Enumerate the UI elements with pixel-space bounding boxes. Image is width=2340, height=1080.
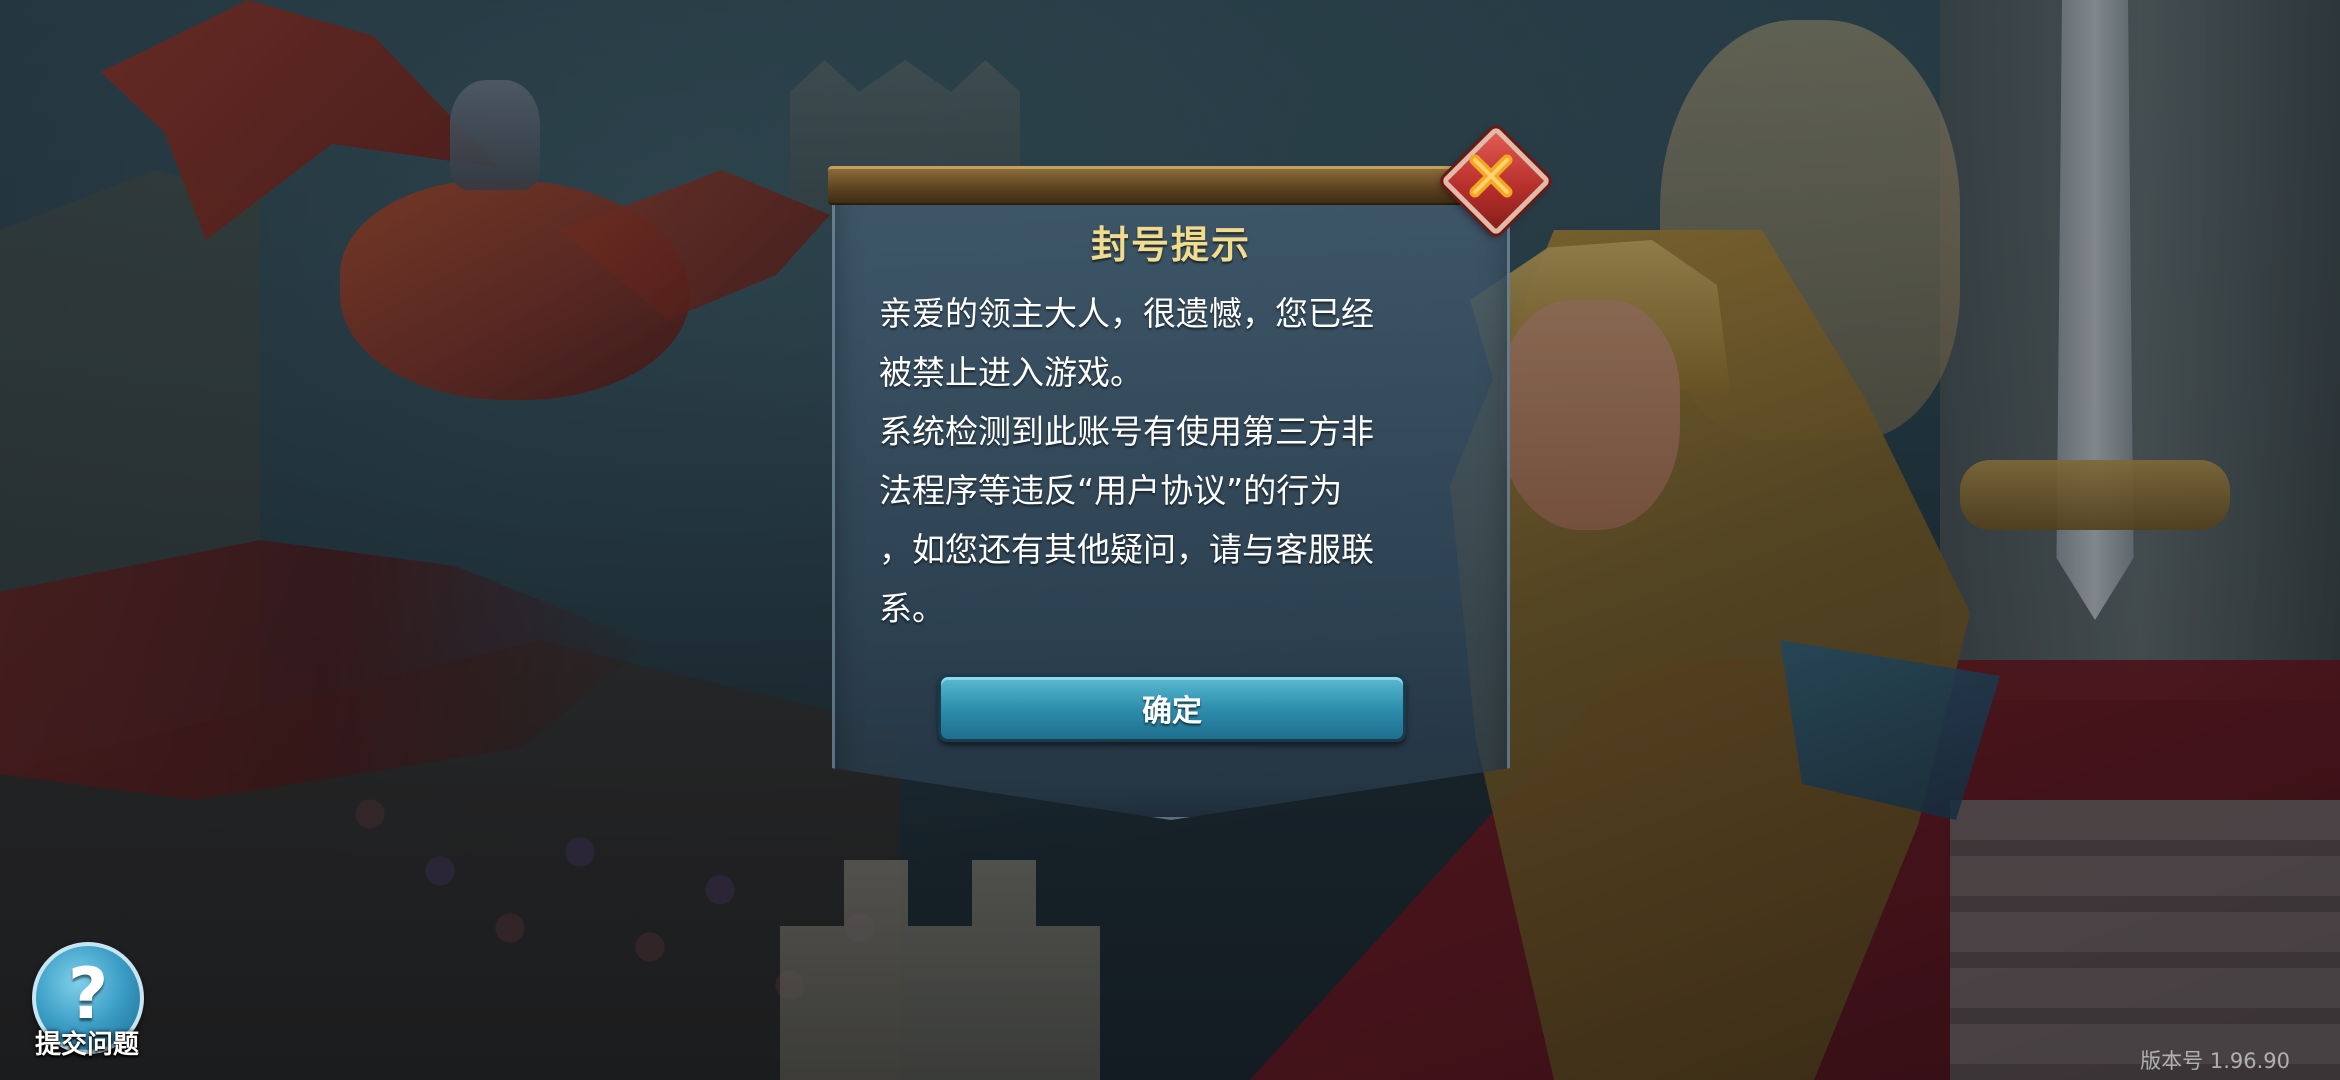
message-line: 系。	[879, 589, 945, 628]
confirm-button-label: 确定	[1142, 694, 1202, 729]
dialog-title: 封号提示	[1090, 223, 1251, 267]
dialog-message: 亲爱的领主大人，很遗憾，您已经 被禁止进入游戏。 系统检测到此账号有使用第三方非…	[879, 284, 1449, 638]
message-line: ，如您还有其他疑问，请与客服联	[879, 530, 1374, 569]
version-label: 版本号 1.96.90	[2140, 1049, 2290, 1073]
message-line: 被禁止进入游戏。	[879, 353, 1143, 392]
ban-notice-dialog: 封号提示 亲爱的领主大人，很遗憾，您已经 被禁止进入游戏。 系统检测到此账号有使…	[828, 125, 1552, 820]
submit-issue-button[interactable]: ? 提交问题	[22, 936, 152, 1066]
submit-issue-label: 提交问题	[34, 1030, 139, 1060]
message-line: 法程序等违反“用户协议”的行为	[879, 471, 1343, 510]
dialog-top-bar	[828, 166, 1488, 205]
close-icon	[1469, 154, 1513, 198]
message-line: 亲爱的领主大人，很遗憾，您已经	[879, 294, 1374, 333]
close-button[interactable]	[1439, 124, 1552, 237]
game-screen: 封号提示 亲爱的领主大人，很遗憾，您已经 被禁止进入游戏。 系统检测到此账号有使…	[0, 0, 2340, 1080]
confirm-button[interactable]: 确定	[938, 674, 1406, 742]
message-line: 系统检测到此账号有使用第三方非	[879, 412, 1374, 451]
